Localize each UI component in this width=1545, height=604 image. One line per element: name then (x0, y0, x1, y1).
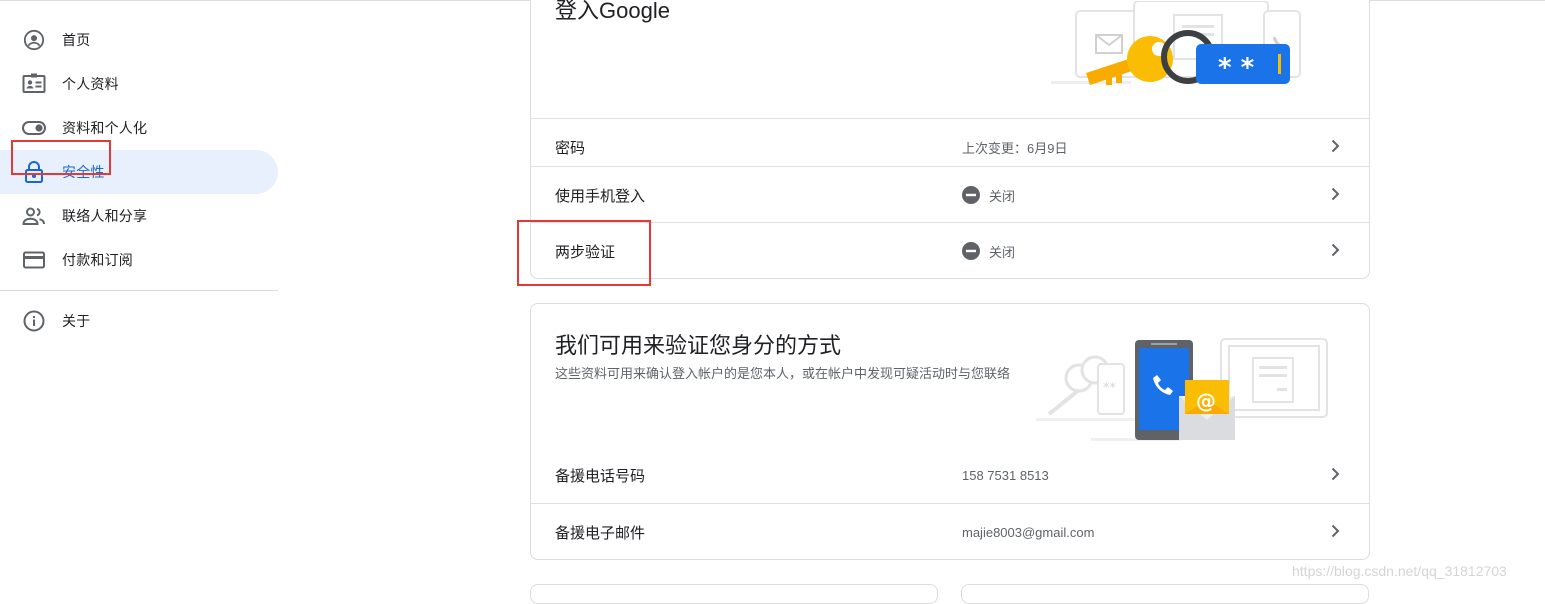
toggle-icon (22, 116, 46, 140)
sidebar-nav: 首页 个人资料 资料和个人化 安全性 联络人和分享 付款和订阅 关于 (0, 18, 278, 343)
row-label: 密码 (555, 139, 586, 157)
sidebar-item-label: 付款和订阅 (62, 252, 133, 268)
sidebar-item-home[interactable]: 首页 (0, 18, 278, 62)
status-text: 关闭 (989, 188, 1016, 204)
verification-illustration: ** @ (1036, 338, 1328, 441)
recovery-email-value: majie8003@gmail.com (962, 524, 1095, 540)
row-value: majie8003@gmail.com (962, 525, 1094, 540)
credit-card-icon (22, 248, 46, 272)
sidebar-item-people-sharing[interactable]: 联络人和分享 (0, 194, 278, 238)
status-text: 关闭 (989, 244, 1016, 260)
row-label: 备援电子邮件 (555, 524, 646, 542)
svg-text:@: @ (1196, 389, 1216, 413)
sidebar-item-label: 关于 (62, 313, 91, 329)
sidebar-item-personal-info[interactable]: 个人资料 (0, 62, 278, 106)
sidebar-item-payments[interactable]: 付款和订阅 (0, 238, 278, 282)
people-icon (22, 204, 46, 228)
row-value: 上次变更：6月9日 (962, 138, 1067, 157)
chevron-right-icon (1331, 243, 1340, 257)
last-changed-text: 上次变更：6月9日 (962, 140, 1068, 156)
signin-card: 登入Google * * 密码 上次变更：6月9日 使用手机登入 关闭 两步验证… (530, 0, 1370, 279)
sidebar-item-label: 个人资料 (62, 76, 119, 92)
sidebar-item-label: 联络人和分享 (62, 208, 148, 224)
sidebar-divider (0, 290, 278, 291)
signin-illustration: * * (1051, 1, 1301, 85)
card-description: 这些资料可用来确认登入帐户的是您本人，或在帐户中发现可疑活动时与您联络 (555, 366, 1011, 381)
sidebar-item-label: 首页 (62, 32, 91, 48)
row-value: 关闭 (962, 186, 1015, 205)
account-circle-icon (22, 28, 46, 52)
sidebar-item-about[interactable]: 关于 (0, 299, 278, 343)
id-card-icon (22, 72, 46, 96)
svg-text:* *: * * (1218, 53, 1255, 83)
next-card-right (961, 584, 1369, 604)
row-label: 两步验证 (555, 243, 616, 261)
chevron-right-icon (1331, 187, 1340, 201)
row-label: 使用手机登入 (555, 187, 646, 205)
recovery-email-row[interactable]: 备援电子邮件 majie8003@gmail.com (531, 503, 1369, 560)
sidebar-item-label: 安全性 (62, 164, 105, 180)
chevron-right-icon (1331, 524, 1340, 538)
info-icon (22, 309, 46, 333)
off-circle-icon (962, 242, 980, 260)
sidebar-item-label: 资料和个人化 (62, 120, 148, 136)
recovery-phone-row[interactable]: 备援电话号码 158 7531 8513 (531, 447, 1369, 503)
row-value: 158 7531 8513 (962, 468, 1049, 483)
row-label: 备援电话号码 (555, 467, 646, 485)
sidebar-item-data-personalization[interactable]: 资料和个人化 (0, 106, 278, 150)
verification-methods-card: 我们可用来验证您身分的方式 这些资料可用来确认登入帐户的是您本人，或在帐户中发现… (530, 303, 1370, 560)
chevron-right-icon (1331, 467, 1340, 481)
off-circle-icon (962, 186, 980, 204)
two-step-verification-row[interactable]: 两步验证 关闭 (531, 222, 1369, 279)
card-title: 登入Google (555, 0, 670, 23)
sidebar-item-security[interactable]: 安全性 (0, 150, 278, 194)
svg-text:**: ** (1103, 381, 1117, 396)
phone-signin-row[interactable]: 使用手机登入 关闭 (531, 166, 1369, 223)
next-card-left (530, 584, 938, 604)
chevron-right-icon (1331, 139, 1340, 153)
recovery-phone-value: 158 7531 8513 (962, 467, 1049, 483)
row-value: 关闭 (962, 242, 1015, 261)
card-title: 我们可用来验证您身分的方式 (555, 333, 842, 358)
watermark: https://blog.csdn.net/qq_31812703 (1292, 563, 1507, 579)
lock-icon (22, 160, 46, 184)
